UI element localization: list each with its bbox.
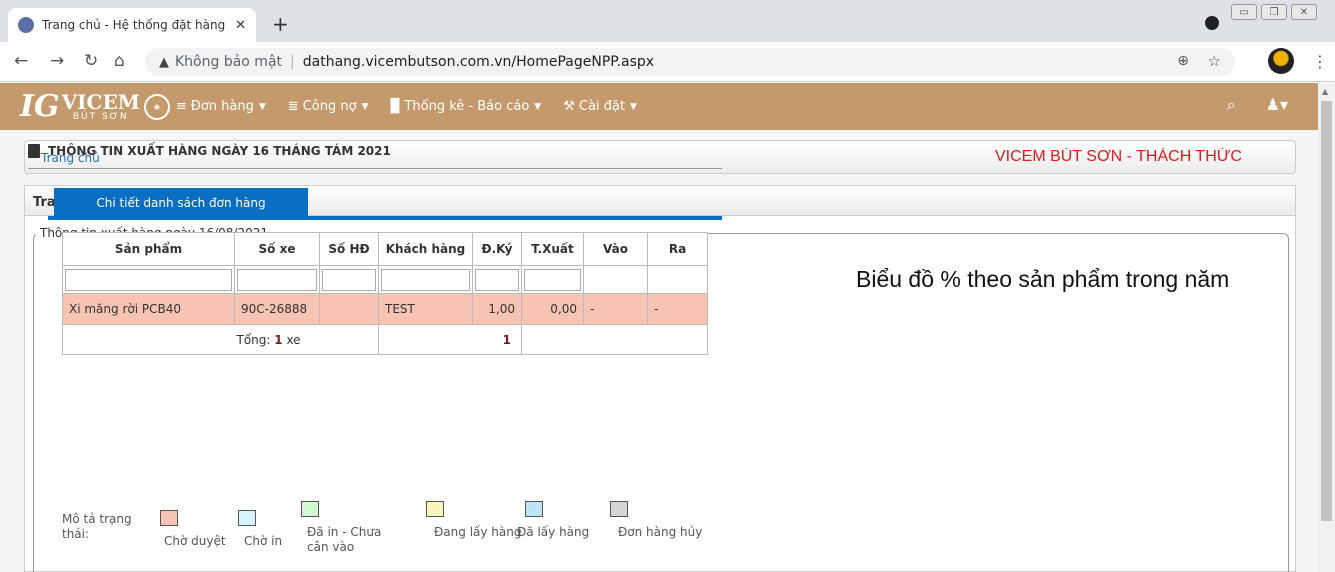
reload-icon[interactable]: ↻ <box>84 51 98 71</box>
cell-so-hd <box>319 293 379 325</box>
cell-so-xe: 90C-26888 <box>234 293 320 325</box>
legend-item-da-in-chua-can-vao: Đã in - Chưa cân vào <box>301 501 381 554</box>
filter-dky-input[interactable] <box>475 268 519 291</box>
cell-ra: - <box>647 293 708 325</box>
col-so-hd[interactable]: Số HĐ <box>319 232 379 266</box>
main-menu: ≡ Đơn hàng ▼ ≣ Công nợ ▼ ▉ Thống kê - Bá… <box>176 99 659 114</box>
new-tab-button[interactable]: + <box>272 12 289 36</box>
filter-txuat-input[interactable] <box>524 268 581 291</box>
filter-so-hd-input[interactable] <box>322 268 376 291</box>
legend-item-cho-in: Chờ in <box>238 510 282 548</box>
col-dky[interactable]: Đ.Ký <box>472 232 522 266</box>
not-secure-label: Không bảo mật <box>175 54 283 70</box>
total-vehicles: Tổng: 1 xe <box>234 324 379 355</box>
address-bar: ← → ↻ ⌂ ▲ Không bảo mật | dathang.vicemb… <box>0 42 1335 82</box>
cell-vao: - <box>583 293 648 325</box>
restore-icon[interactable]: ❐ <box>1261 4 1287 20</box>
caret-down-icon: ▼ <box>258 101 266 112</box>
close-window-icon[interactable]: ✕ <box>1291 4 1317 20</box>
tab-strip: Chi tiết danh sách đơn hàng <box>48 188 722 220</box>
list-icon: ≡ <box>175 99 187 114</box>
book-icon <box>28 144 40 158</box>
caret-down-icon: ▼ <box>629 101 637 112</box>
vicem-logo[interactable]: IG VICEM BÚT SƠN ◉ <box>20 89 170 124</box>
search-icon[interactable]: ⌕ <box>1227 95 1236 115</box>
url-separator: | <box>290 54 295 70</box>
extension-avatar-icon[interactable] <box>1268 48 1294 74</box>
legend-item-don-hang-huy: Đơn hàng hủy <box>610 501 702 539</box>
tab-order-detail[interactable]: Chi tiết danh sách đơn hàng <box>54 188 308 217</box>
tab-title: Trang chủ - Hệ thống đặt hàng trực tuyến <box>42 18 228 32</box>
legend-item-cho-duyet: Chờ duyệt <box>160 510 226 548</box>
forward-icon[interactable]: → <box>50 51 64 71</box>
nav-right: ⌕ ♟▾ <box>1227 95 1288 115</box>
close-icon[interactable]: ✕ <box>235 18 246 33</box>
logo-wordmark: VICEM BÚT SƠN <box>61 89 140 122</box>
color-swatch <box>610 501 628 517</box>
menu-cai-dat[interactable]: ⚒ Cài đặt ▼ <box>563 99 637 114</box>
document-icon: ▉ <box>390 99 401 114</box>
filter-row <box>62 265 708 294</box>
menu-don-hang[interactable]: ≡ Đơn hàng ▼ <box>176 99 266 114</box>
caret-down-icon: ▼ <box>534 101 542 112</box>
record-icon[interactable] <box>1205 16 1219 30</box>
col-san-pham[interactable]: Sản phẩm <box>62 232 235 266</box>
star-icon[interactable]: ☆ <box>1208 52 1221 70</box>
legend-item-da-lay-hang: Đã lấy hàng <box>517 501 589 539</box>
more-menu-icon[interactable]: ⋮ <box>1312 52 1328 71</box>
scroll-up-icon[interactable]: ▲ <box>1322 87 1328 96</box>
legend-item-dang-lay-hang: Đang lấy hàng <box>426 501 521 539</box>
col-ra[interactable]: Ra <box>647 232 708 266</box>
user-icon[interactable]: ♟▾ <box>1266 95 1288 115</box>
scrollbar-thumb[interactable] <box>1321 101 1332 521</box>
legend-title: Mô tả trạng thái: <box>62 512 132 541</box>
filter-khach-hang-input[interactable] <box>381 268 470 291</box>
marquee-text: VICEM BÚT SƠN - THÁCH THỨC <box>995 148 1242 165</box>
caret-down-icon: ▼ <box>361 101 369 112</box>
cell-san-pham: Xi măng rời PCB40 <box>62 293 235 325</box>
zoom-icon[interactable]: ⊕ <box>1177 53 1189 69</box>
logo-mark-icon: IG <box>20 89 60 124</box>
menu-cong-no[interactable]: ≣ Công nợ ▼ <box>288 99 369 114</box>
color-swatch <box>238 510 256 526</box>
tools-icon: ⚒ <box>563 99 575 114</box>
home-icon[interactable]: ⌂ <box>114 51 125 71</box>
divider <box>28 168 722 169</box>
filter-so-xe-input[interactable] <box>237 268 317 291</box>
url-field[interactable]: ▲ Không bảo mật | dathang.vicembutson.co… <box>145 48 1235 76</box>
table-footer-row: Tổng: 1 xe 1 <box>62 324 708 355</box>
minimize-icon[interactable]: ▭ <box>1231 4 1257 20</box>
table-row[interactable]: Xi măng rời PCB40 90C-26888 TEST 1,00 0,… <box>62 293 708 325</box>
col-so-xe[interactable]: Số xe <box>234 232 320 266</box>
color-swatch <box>525 501 543 517</box>
cell-txuat: 0,00 <box>521 293 584 325</box>
color-swatch <box>160 510 178 526</box>
menu-thong-ke-bao-cao[interactable]: ▉ Thống kê - Báo cáo ▼ <box>390 99 541 114</box>
col-vao[interactable]: Vào <box>583 232 648 266</box>
chart-title: Biểu đồ % theo sản phẩm trong năm <box>856 266 1230 292</box>
globe-icon <box>18 17 34 33</box>
info-heading: THÔNG TIN XUẤT HÀNG NGÀY 16 THÁNG TÁM 20… <box>28 144 391 158</box>
url-text: dathang.vicembutson.com.vn/HomePageNPP.a… <box>302 54 655 70</box>
coins-icon: ≣ <box>287 99 299 114</box>
col-khach-hang[interactable]: Khách hàng <box>378 232 473 266</box>
window-controls: ▭ ❐ ✕ <box>1231 4 1317 20</box>
order-table: Sản phẩm Số xe Số HĐ Khách hàng Đ.Ký T.X… <box>62 232 708 355</box>
cell-dky: 1,00 <box>472 293 522 325</box>
color-swatch <box>301 501 319 517</box>
total-dky: 1 <box>502 332 511 347</box>
browser-tab-bar: Trang chủ - Hệ thống đặt hàng trực tuyến… <box>0 0 1335 42</box>
page-scrollbar[interactable]: ▲ <box>1318 83 1335 572</box>
filter-san-pham-input[interactable] <box>65 268 232 291</box>
color-swatch <box>426 501 444 517</box>
back-icon[interactable]: ← <box>14 51 28 71</box>
browser-tab[interactable]: Trang chủ - Hệ thống đặt hàng trực tuyến… <box>8 8 256 42</box>
cell-khach-hang: TEST <box>378 293 473 325</box>
table-header-row: Sản phẩm Số xe Số HĐ Khách hàng Đ.Ký T.X… <box>62 232 708 266</box>
col-txuat[interactable]: T.Xuất <box>521 232 584 266</box>
logo-globe-icon: ◉ <box>143 93 170 120</box>
app-navbar: IG VICEM BÚT SƠN ◉ ≡ Đơn hàng ▼ ≣ Công n… <box>0 83 1318 130</box>
warning-icon: ▲ <box>159 54 169 70</box>
